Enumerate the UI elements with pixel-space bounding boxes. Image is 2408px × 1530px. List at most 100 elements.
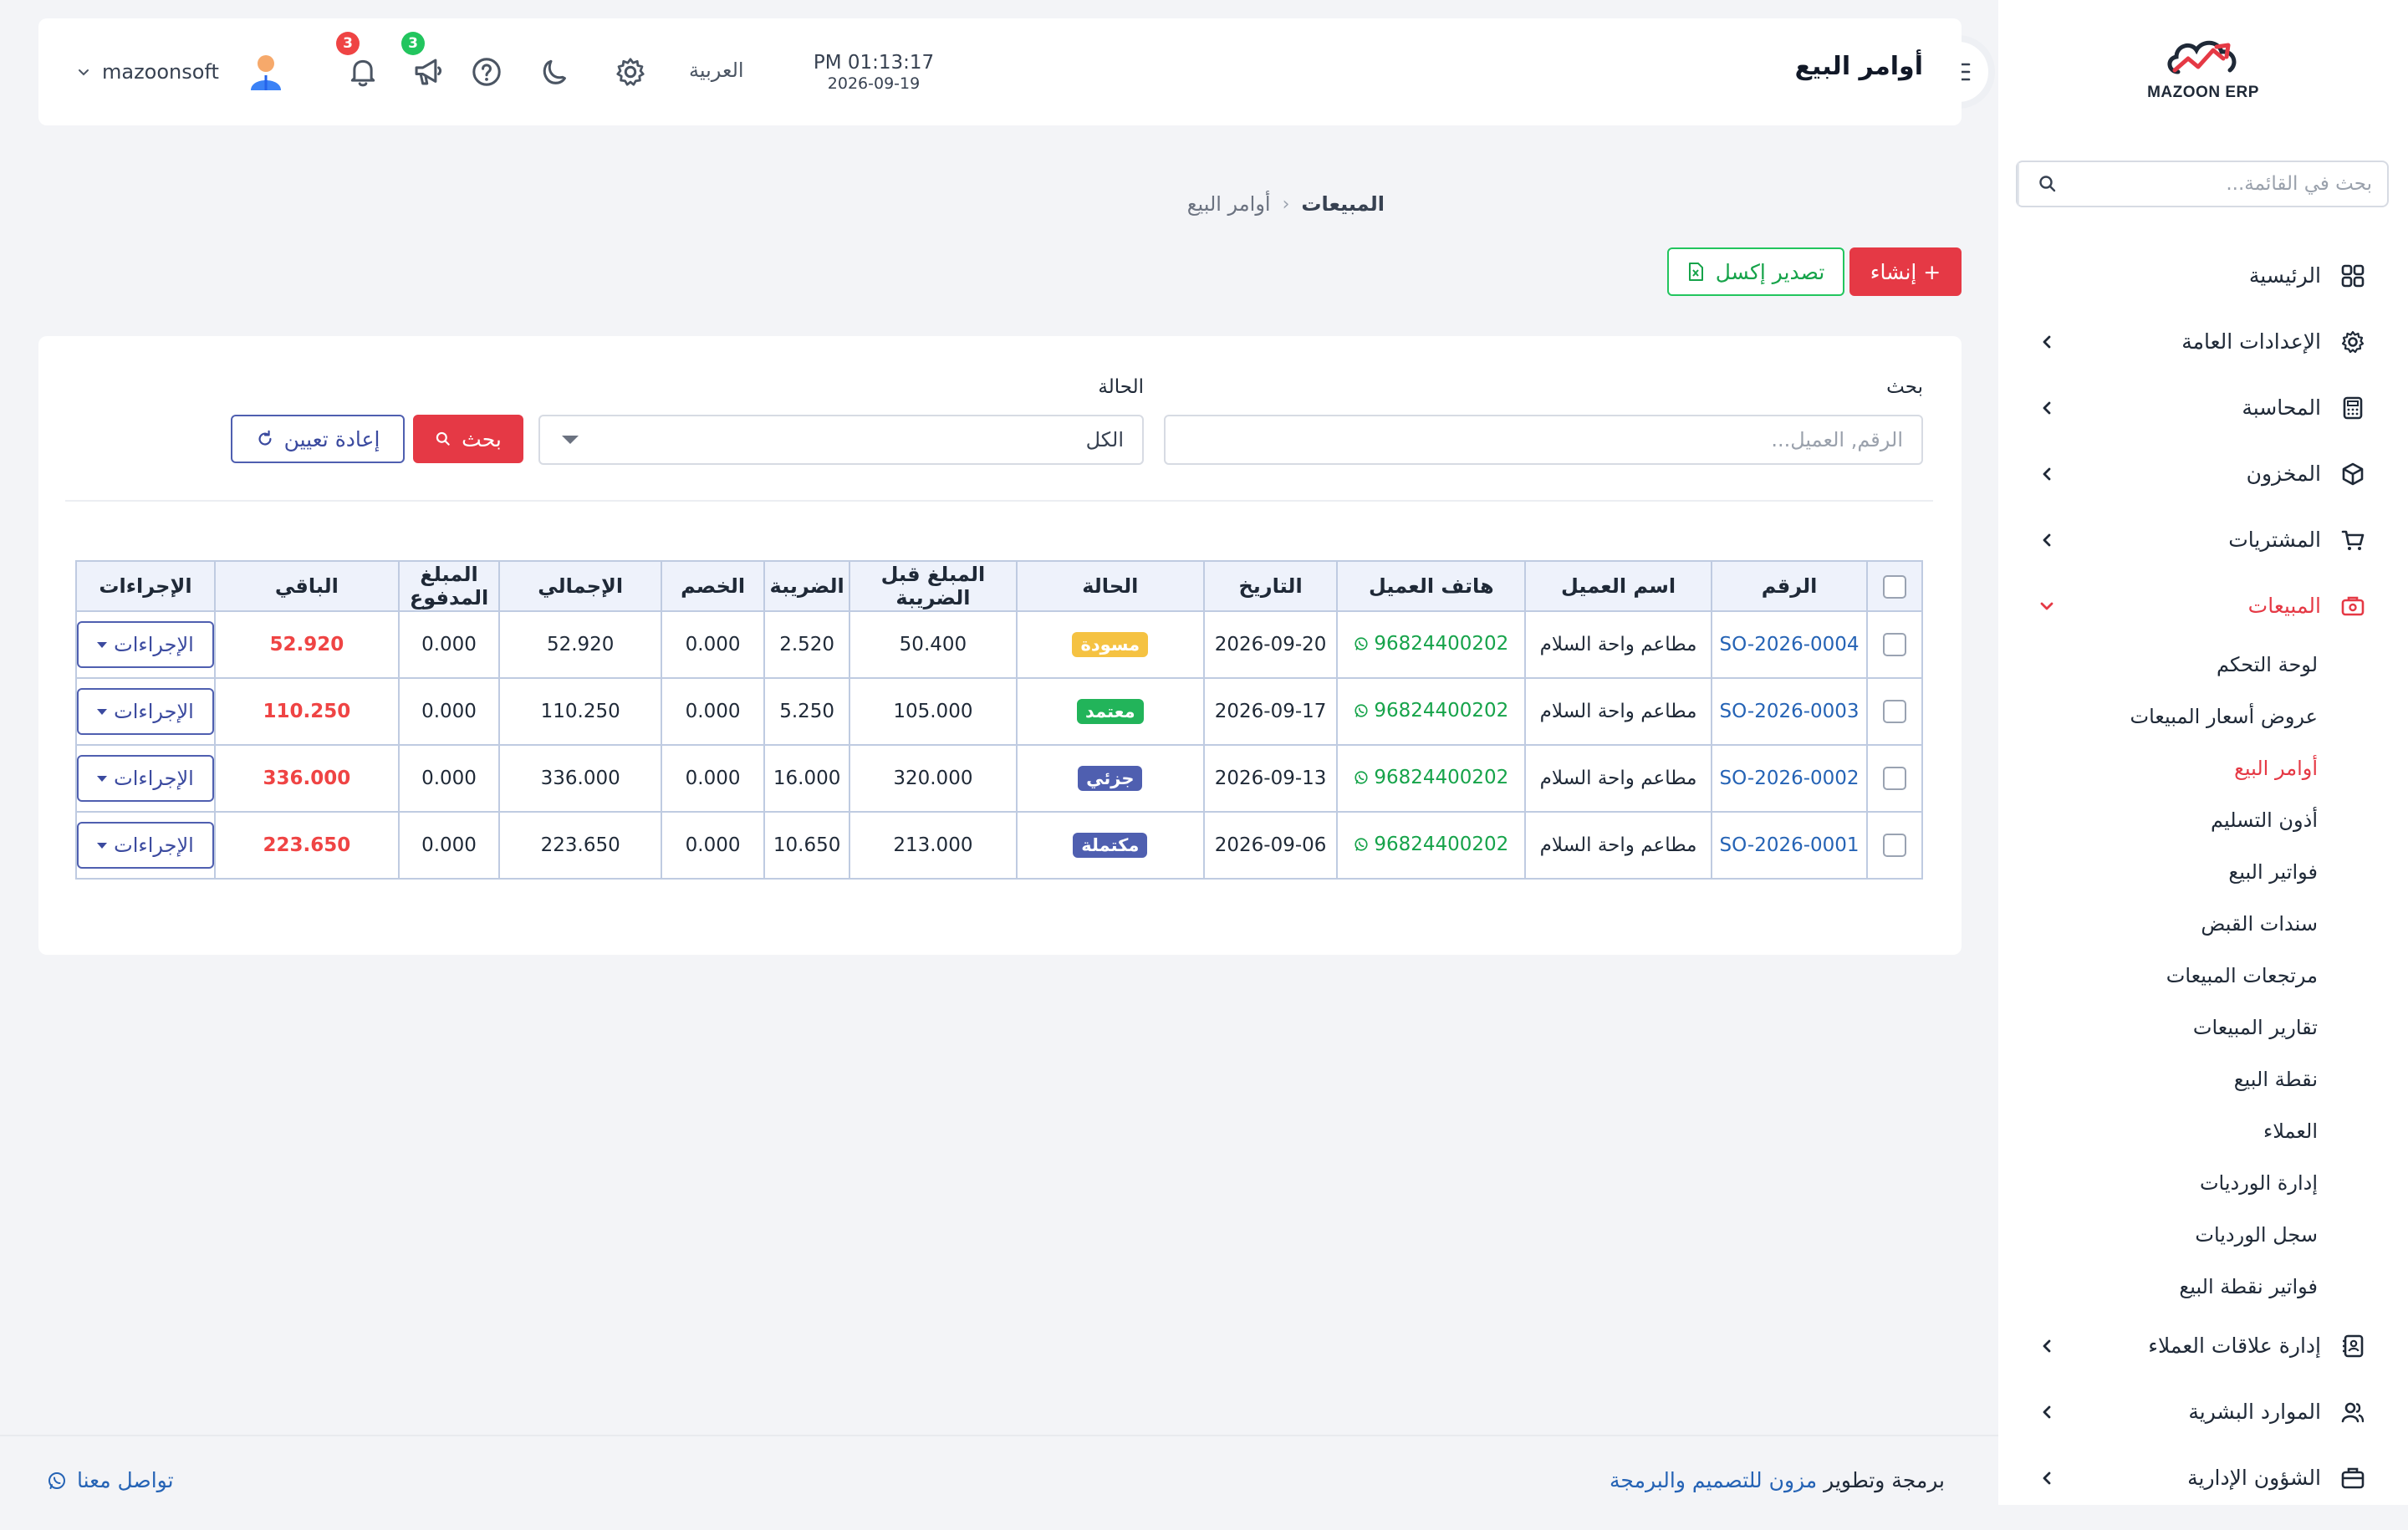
cell-discount: 0.000 [661,610,766,679]
row-checkbox[interactable] [1883,633,1907,656]
phone-link[interactable]: 96824400202 [1354,767,1508,788]
submenu-shift-log[interactable]: سجل الورديات [1998,1209,2408,1261]
header-before-tax[interactable]: المبلغ قبل الضريبة [849,560,1018,612]
sidebar-item-accounting[interactable]: المحاسبة [1998,375,2408,441]
sidebar-item-label: المخزون [2246,462,2321,486]
avatar [250,55,281,90]
sidebar-search-input[interactable] [2076,162,2387,206]
cell-actions: الإجراءات [75,811,216,880]
row-actions-label: الإجراءات [114,767,194,790]
header-customer[interactable]: اسم العميل [1524,560,1712,612]
header-total[interactable]: الإجمالي [498,560,663,612]
logo-text: MAZOON ERP [2147,84,2259,101]
submenu-sales-reports[interactable]: تقارير المبيعات [1998,1002,2408,1053]
sidebar-item-inventory[interactable]: المخزون [1998,441,2408,507]
sidebar-item-home[interactable]: الرئيسية [1998,242,2408,309]
sidebar: MAZOON ERP الرئيسية الإعدادات العامة الم… [1998,0,2408,1505]
row-checkbox[interactable] [1883,834,1907,857]
whatsapp-icon [1354,838,1368,851]
contact-us-link[interactable]: تواصل معنا [47,1468,174,1492]
cell-before-tax: 320.000 [849,744,1018,813]
submenu-customers[interactable]: العملاء [1998,1105,2408,1157]
header-paid[interactable]: المبلغ المدفوع [397,560,501,612]
search-button[interactable]: بحث [413,415,523,463]
clock: PM 01:13:17 2026-09-19 [794,52,953,93]
caret-down-icon [562,436,579,444]
header-phone[interactable]: هاتف العميل [1336,560,1527,612]
order-number-link[interactable]: SO-2026-0003 [1720,701,1860,722]
search-input[interactable] [1184,428,1903,451]
row-actions-dropdown[interactable]: الإجراءات [77,621,214,668]
submenu-dashboard[interactable]: لوحة التحكم [1998,639,2408,691]
remaining-amount: 52.920 [269,634,344,655]
submenu-pos[interactable]: نقطة البيع [1998,1053,2408,1105]
phone-link[interactable]: 96824400202 [1354,834,1508,855]
header-tax[interactable]: الضريبة [763,560,851,612]
sidebar-item-hr[interactable]: الموارد البشرية [1998,1379,2408,1445]
contact-us-label: تواصل معنا [77,1468,174,1492]
help-icon[interactable] [468,54,505,90]
submenu-sales-invoices[interactable]: فواتير البيع [1998,846,2408,898]
export-excel-button[interactable]: تصدير إكسل [1667,247,1844,296]
sidebar-item-label: الموارد البشرية [2188,1400,2321,1424]
remaining-amount: 110.250 [263,701,351,722]
search-icon[interactable] [2018,162,2076,206]
order-number-link[interactable]: SO-2026-0004 [1720,634,1860,655]
header-status[interactable]: الحالة [1015,560,1205,612]
table-row: SO-2026-0002 مطاعم واحة السلام 96824400202… [75,744,1923,813]
sidebar-item-label: المحاسبة [2242,395,2321,420]
submenu-pos-invoices[interactable]: فواتير نقطة البيع [1998,1261,2408,1313]
header-number[interactable]: الرقم [1710,560,1869,612]
breadcrumb-root[interactable]: المبيعات [1301,192,1385,216]
select-all-checkbox[interactable] [1883,574,1907,599]
cell-phone: 96824400202 [1336,677,1527,746]
sales-icon [2338,591,2368,621]
row-actions-dropdown[interactable]: الإجراءات [77,688,214,735]
settings-icon[interactable] [612,54,649,90]
page-title: أوامر البيع [1794,52,1923,81]
search-field[interactable] [1164,415,1923,465]
sidebar-item-sales[interactable]: المبيعات [1998,573,2408,639]
order-number-link[interactable]: SO-2026-0002 [1720,768,1860,789]
submenu-receipts[interactable]: سندات القبض [1998,898,2408,950]
status-select[interactable]: الكل [538,415,1144,465]
sidebar-search[interactable] [2016,161,2389,207]
megaphone-icon[interactable]: 3 [401,32,446,90]
logo[interactable]: MAZOON ERP [2132,33,2274,117]
row-checkbox[interactable] [1883,700,1907,723]
cell-total: 52.920 [498,610,663,679]
submenu-sales-returns[interactable]: مرتجعات المبيعات [1998,950,2408,1002]
phone-link[interactable]: 96824400202 [1354,700,1508,722]
briefcase-icon [2338,1463,2368,1493]
order-number-link[interactable]: SO-2026-0001 [1720,834,1860,856]
submenu-sales-orders[interactable]: أوامر البيع [1998,742,2408,794]
footer-brand-link[interactable]: مزون للتصميم والبرمجة [1610,1468,1817,1492]
moon-icon[interactable] [537,54,574,90]
row-actions-dropdown[interactable]: الإجراءات [77,755,214,802]
header-remaining[interactable]: الباقي [214,560,400,612]
submenu-delivery-notes[interactable]: أذون التسليم [1998,794,2408,846]
cell-discount: 0.000 [661,744,766,813]
language-switcher[interactable]: العربية [689,59,744,82]
bell-icon[interactable]: 3 [336,32,381,90]
row-actions-dropdown[interactable]: الإجراءات [77,822,214,869]
submenu-shift-management[interactable]: إدارة الورديات [1998,1157,2408,1209]
create-button[interactable]: + إنشاء [1849,247,1962,296]
cell-phone: 96824400202 [1336,610,1527,679]
sidebar-item-purchases[interactable]: المشتريات [1998,507,2408,573]
table-body: SO-2026-0004 مطاعم واحة السلام 96824400202… [75,610,1923,880]
sidebar-item-general-settings[interactable]: الإعدادات العامة [1998,309,2408,375]
cell-customer: مطاعم واحة السلام [1524,811,1712,880]
sidebar-item-admin-affairs[interactable]: الشؤون الإدارية [1998,1445,2408,1511]
whatsapp-icon [1354,704,1368,717]
header-discount[interactable]: الخصم [661,560,766,612]
header-date[interactable]: التاريخ [1202,560,1339,612]
user-menu[interactable]: mazoonsoft [77,50,288,94]
breadcrumb-current: أوامر البيع [1186,192,1271,216]
submenu-sales-quotes[interactable]: عروض أسعار المبيعات [1998,691,2408,742]
phone-link[interactable]: 96824400202 [1354,633,1508,655]
reset-button[interactable]: إعادة تعيين [231,415,405,463]
sidebar-item-crm[interactable]: إدارة علاقات العملاء [1998,1313,2408,1379]
row-checkbox[interactable] [1883,767,1907,790]
username: mazoonsoft [102,60,219,84]
